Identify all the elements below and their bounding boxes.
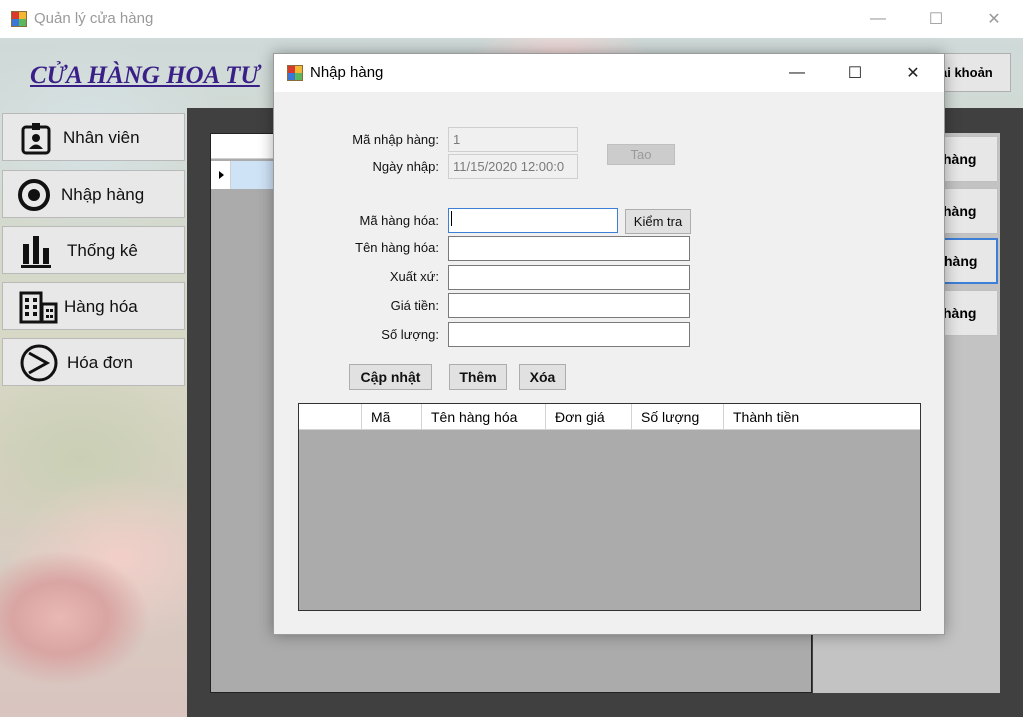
xoa-button[interactable]: Xóa <box>519 364 566 390</box>
ten-hang-hoa-input[interactable] <box>448 236 690 261</box>
ngay-nhap-field[interactable]: 11/15/2020 12:00:0 <box>448 154 578 179</box>
tao-button[interactable]: Tao <box>607 144 675 165</box>
main-window-title: Quản lý cửa hàng <box>34 10 154 27</box>
sidebar-item-label: Hóa đơn <box>67 353 133 372</box>
gia-tien-input[interactable] <box>448 293 690 318</box>
app-window-icon <box>287 65 303 81</box>
maximize-button[interactable]: ☐ <box>907 0 965 38</box>
ten-hang-hoa-label: Tên hàng hóa: <box>355 240 439 255</box>
ngay-nhap-label: Ngày nhập: <box>372 159 440 174</box>
sidebar-item-label: Nhập hàng <box>61 185 145 204</box>
column-header-thanh-tien[interactable]: Thành tiền <box>723 404 920 430</box>
nhap-hang-dialog: Nhập hàng — ☐ ✕ Mã nhập hàng: Ngày nhập:… <box>273 53 945 635</box>
kiem-tra-button[interactable]: Kiểm tra <box>625 209 691 234</box>
dialog-title: Nhập hàng <box>310 64 384 81</box>
ma-hang-hoa-input[interactable] <box>448 208 618 233</box>
sidebar-item-label: Nhân viên <box>63 128 140 147</box>
ma-hang-hoa-label: Mã hàng hóa: <box>359 213 439 228</box>
table-header: Mã Tên hàng hóa Đơn giá Số lượng Thành t… <box>299 404 920 430</box>
row-pointer-icon <box>219 171 224 179</box>
sidebar-item-nhap-hang[interactable]: Nhập hàng <box>2 170 185 218</box>
shop-title: CỬA HÀNG HOA TƯ <box>30 62 260 89</box>
column-header-so-luong[interactable]: Số lượng <box>631 404 723 430</box>
gia-tien-label: Giá tiền: <box>390 298 439 313</box>
xuat-xu-label: Xuất xứ: <box>389 269 439 284</box>
column-header-ten-hang-hoa[interactable]: Tên hàng hóa <box>421 404 545 430</box>
app-window-icon <box>11 11 27 27</box>
target-circle-icon <box>18 179 50 211</box>
sidebar-item-hoa-don[interactable]: Hóa đơn <box>2 338 185 386</box>
dialog-maximize-button[interactable]: ☐ <box>826 54 884 92</box>
column-header-don-gia[interactable]: Đơn giá <box>545 404 631 430</box>
dialog-close-button[interactable]: ✕ <box>884 54 942 92</box>
cap-nhat-button[interactable]: Cập nhật <box>349 364 432 390</box>
ma-nhap-hang-field[interactable]: 1 <box>448 127 578 152</box>
play-circle-icon <box>20 344 58 382</box>
employee-badge-icon <box>21 123 51 155</box>
sidebar-item-nhan-vien[interactable]: Nhân viên <box>2 113 185 161</box>
so-luong-input[interactable] <box>448 322 690 347</box>
sidebar-item-hang-hoa[interactable]: Hàng hóa <box>2 282 185 330</box>
close-button[interactable]: ✕ <box>965 0 1023 38</box>
sidebar-item-label: Thống kê <box>67 241 138 260</box>
ma-nhap-hang-label: Mã nhập hàng: <box>352 132 439 147</box>
building-icon <box>19 291 58 324</box>
main-title-bar: Quản lý cửa hàng — ☐ ✕ <box>0 0 1023 38</box>
xuat-xu-input[interactable] <box>448 265 690 290</box>
so-luong-label: Số lượng: <box>381 327 439 342</box>
sidebar-item-thong-ke[interactable]: Thống kê <box>2 226 185 274</box>
them-button[interactable]: Thêm <box>449 364 507 390</box>
text-caret <box>451 211 452 226</box>
dialog-title-bar: Nhập hàng — ☐ ✕ <box>274 54 944 92</box>
nhap-hang-table[interactable]: Mã Tên hàng hóa Đơn giá Số lượng Thành t… <box>298 403 921 611</box>
bar-chart-icon <box>21 236 51 268</box>
column-header-ma[interactable]: Mã <box>361 404 421 430</box>
minimize-button[interactable]: — <box>849 0 907 38</box>
sidebar-item-label: Hàng hóa <box>64 297 138 316</box>
dialog-minimize-button[interactable]: — <box>768 54 826 92</box>
